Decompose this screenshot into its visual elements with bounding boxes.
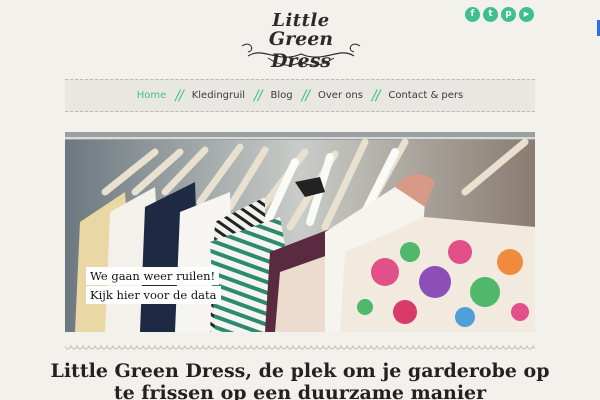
nav-separator: // <box>254 87 263 104</box>
social-links: f t p ▶ <box>465 7 534 22</box>
scalloped-divider <box>65 344 535 350</box>
page: Little Green Dress f t p ▶ Home // Kledi… <box>0 0 600 400</box>
twitter-icon[interactable]: t <box>483 7 498 22</box>
hero-caption: We gaan weer ruilen! Kijk hier voor de d… <box>86 267 221 304</box>
facebook-icon[interactable]: f <box>465 7 480 22</box>
page-headline: Little Green Dress, de plek om je garder… <box>50 360 550 400</box>
nav-separator: // <box>301 87 311 104</box>
youtube-icon[interactable]: ▶ <box>519 7 534 22</box>
nav-item-home[interactable]: Home <box>137 90 167 101</box>
nav-item-kledingruil[interactable]: Kledingruil <box>192 90 245 101</box>
nav-item-contact-pers[interactable]: Contact & pers <box>388 90 463 101</box>
pinterest-icon[interactable]: p <box>501 7 516 22</box>
hero-caption-line1: We gaan weer ruilen! <box>86 267 220 285</box>
main-navigation: Home // Kledingruil // Blog // Over ons … <box>65 79 535 112</box>
nav-separator: // <box>175 87 184 104</box>
logo-text-line2: Green Dress <box>268 28 334 72</box>
hero-caption-line2: Kijk hier voor de data <box>86 286 221 304</box>
hero-banner[interactable]: We gaan weer ruilen! Kijk hier voor de d… <box>65 132 535 332</box>
nav-separator: // <box>371 87 381 104</box>
site-logo[interactable]: Little Green Dress <box>238 6 364 72</box>
nav-item-blog[interactable]: Blog <box>270 90 292 101</box>
nav-item-over-ons[interactable]: Over ons <box>318 90 363 101</box>
